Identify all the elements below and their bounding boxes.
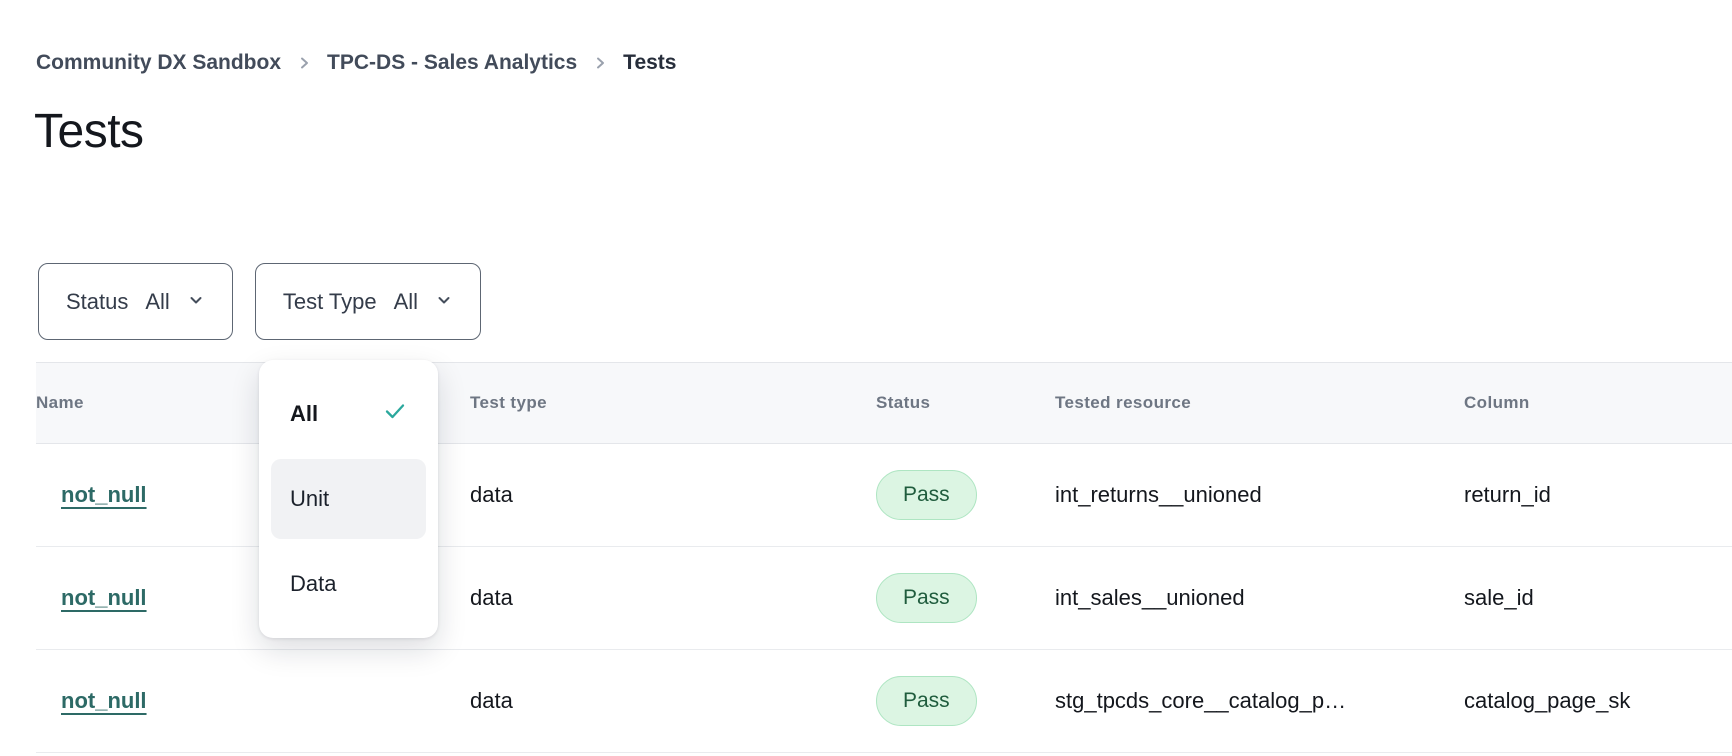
table-column-header: Tested resource [1055, 363, 1464, 444]
test-type-cell: data [470, 444, 876, 547]
chevron-right-icon [296, 55, 312, 71]
status-filter-label: Status [66, 289, 128, 315]
tested-resource-cell: int_returns__unioned [1055, 444, 1464, 547]
breadcrumb-item-project[interactable]: Community DX Sandbox [36, 51, 281, 75]
breadcrumb-item-environment[interactable]: TPC-DS - Sales Analytics [327, 51, 577, 75]
table-column-header: Test type [470, 363, 876, 444]
dropdown-option-label: Data [290, 571, 336, 597]
dropdown-option[interactable]: Unit [271, 459, 426, 539]
page-title: Tests [34, 104, 144, 159]
tested-resource-cell: stg_tpcds_core__catalog_p… [1055, 650, 1464, 753]
dropdown-option-label: All [290, 401, 318, 427]
breadcrumb-item-current: Tests [623, 51, 676, 75]
column-cell: catalog_page_sk [1464, 650, 1732, 753]
test-type-cell: data [470, 650, 876, 753]
test-name-link[interactable]: not_null [61, 585, 147, 610]
test-type-filter-value: All [394, 289, 418, 315]
status-filter-button[interactable]: Status All [38, 263, 233, 340]
test-type-filter-button[interactable]: Test Type All [255, 263, 481, 340]
dropdown-option-label: Unit [290, 486, 329, 512]
dropdown-option[interactable]: Data [271, 544, 426, 624]
chevron-right-icon [592, 55, 608, 71]
table-column-header: Column [1464, 363, 1732, 444]
column-cell: return_id [1464, 444, 1732, 547]
status-badge: Pass [876, 470, 977, 520]
table-column-header: Status [876, 363, 1055, 444]
test-type-cell: data [470, 547, 876, 650]
test-type-filter-label: Test Type [283, 289, 377, 315]
status-badge: Pass [876, 676, 977, 726]
status-filter-value: All [145, 289, 169, 315]
chevron-down-icon [185, 289, 205, 315]
chevron-down-icon [433, 289, 453, 315]
dropdown-option[interactable]: All [271, 374, 426, 454]
column-cell: sale_id [1464, 547, 1732, 650]
test-name-link[interactable]: not_null [61, 688, 147, 713]
check-icon [383, 399, 407, 429]
breadcrumb: Community DX Sandbox TPC-DS - Sales Anal… [36, 51, 676, 75]
test-type-dropdown-menu: All Unit Data [259, 360, 438, 638]
filter-bar: Status All Test Type All [38, 263, 481, 340]
test-name-link[interactable]: not_null [61, 482, 147, 507]
tested-resource-cell: int_sales__unioned [1055, 547, 1464, 650]
table-row: not_null data Pass stg_tpcds_core__catal… [36, 650, 1732, 753]
status-badge: Pass [876, 573, 977, 623]
